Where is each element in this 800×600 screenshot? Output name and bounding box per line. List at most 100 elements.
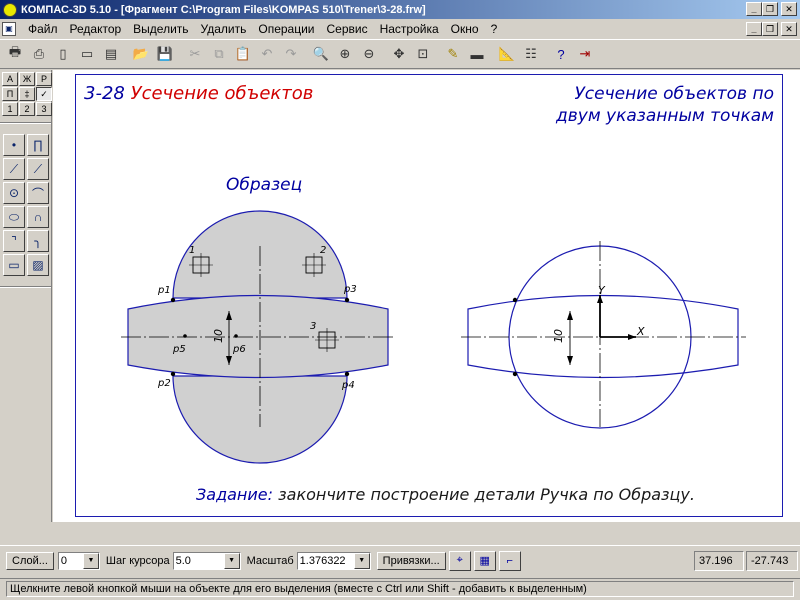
drawing-canvas[interactable]: 3-28 Усечение объектов Усечение объектов… — [53, 70, 800, 522]
dimension-text-left: 10 — [212, 329, 225, 343]
rectangle-icon[interactable]: ▭ — [3, 254, 25, 276]
drawing-svg: 1 2 3 p1 p3 p2 p4 p5 p6 10 X Y 10 — [121, 210, 746, 464]
scale-select[interactable]: 1.376322 ▼ — [296, 551, 371, 570]
paste-icon[interactable]: 📋 — [232, 43, 254, 65]
panel-button-1[interactable]: 1 — [2, 102, 18, 116]
doc-restore-button[interactable]: ❐ — [762, 22, 778, 36]
menu-window[interactable]: Окно — [445, 22, 485, 36]
layer-value: 0 — [60, 554, 68, 567]
hatch-icon[interactable]: ▨ — [27, 254, 49, 276]
panel-button-measure[interactable]: ‡ — [19, 87, 35, 101]
layer-select[interactable]: 0 ▼ — [57, 551, 100, 570]
new-book-icon[interactable]: ▤ — [100, 43, 122, 65]
sample-part: 1 2 3 p1 p3 p2 p4 p5 p6 10 — [121, 210, 396, 464]
parameters-bar: Слой... 0 ▼ Шаг курсора 5.0 ▼ Масштаб 1.… — [0, 545, 800, 575]
task-text: закончите построение детали Ручка по Обр… — [278, 485, 695, 504]
copy-icon[interactable]: ⧉ — [208, 43, 230, 65]
chamfer-icon[interactable]: ⌝ — [3, 230, 25, 252]
label-1: 1 — [189, 245, 195, 256]
arc-icon[interactable]: ⌒ — [27, 182, 49, 204]
menu-delete[interactable]: Удалить — [195, 22, 253, 36]
refresh-icon[interactable]: ✎ — [442, 43, 464, 65]
cut-icon[interactable]: ✂ — [184, 43, 206, 65]
parallel-lines-icon[interactable]: ∏ — [27, 134, 49, 156]
circle-icon[interactable]: ⊙ — [3, 182, 25, 204]
scale-value: 1.376322 — [299, 554, 346, 567]
panel-button-text[interactable]: А — [2, 72, 18, 86]
label-p6: p6 — [232, 344, 246, 355]
new-sheet-icon[interactable]: ▭ — [76, 43, 98, 65]
menu-editor[interactable]: Редактор — [64, 22, 128, 36]
panel-button-size[interactable]: Ж — [19, 72, 35, 86]
drawing-frame: 3-28 Усечение объектов Усечение объектов… — [75, 74, 783, 517]
menu-file[interactable]: Файл — [22, 22, 64, 36]
step-select[interactable]: 5.0 ▼ — [172, 551, 241, 570]
task-label: Задание: — [196, 485, 274, 504]
menu-settings[interactable]: Настройка — [374, 22, 445, 36]
panel-switcher: А Ж Р П ‡ ✓ 1 2 3 — [0, 70, 52, 118]
window-title: КОМПАС-3D 5.10 - [Фрагмент C:\Program Fi… — [21, 3, 426, 16]
measure-icon[interactable]: 📐 — [496, 43, 518, 65]
minimize-button[interactable]: _ — [746, 2, 762, 16]
properties-icon[interactable]: ▬ — [466, 43, 488, 65]
chevron-down-icon[interactable]: ▼ — [353, 552, 370, 569]
label-p5: p5 — [172, 344, 186, 355]
geometry-tools: • ∏ ⟋ ⟋ ⊙ ⌒ ⬭ ∩ ⌝ ╮ ▭ ▨ — [0, 128, 51, 282]
pan-icon[interactable]: ✥ — [388, 43, 410, 65]
snap-button[interactable]: Привязки... — [376, 551, 446, 570]
save-icon[interactable]: 💾 — [154, 43, 176, 65]
help-icon[interactable]: ? — [550, 43, 572, 65]
zoom-out-icon[interactable]: ⊖ — [358, 43, 380, 65]
task-part: X Y 10 — [461, 241, 746, 429]
chevron-down-icon[interactable]: ▼ — [82, 552, 99, 569]
status-bar: Щелкните левой кнопкой мыши на объекте д… — [0, 578, 800, 598]
layer-button[interactable]: Слой... — [6, 551, 54, 570]
menu-operations[interactable]: Операции — [252, 22, 320, 36]
axis-x-label: X — [636, 325, 645, 338]
zoom-icon[interactable]: 🔍 — [310, 43, 332, 65]
open-icon[interactable]: 📂 — [130, 43, 152, 65]
fillet-icon[interactable]: ╮ — [27, 230, 49, 252]
scale-label: Масштаб — [246, 554, 294, 567]
coord-y: -27.743 — [746, 551, 798, 571]
bezier-icon[interactable]: ∩ — [27, 206, 49, 228]
snap-toggle-icon[interactable]: ⌖ — [448, 550, 471, 571]
panel-button-edit[interactable]: Р — [36, 72, 52, 86]
redo-icon[interactable]: ↷ — [280, 43, 302, 65]
exit-icon[interactable]: ⇥ — [574, 43, 596, 65]
print-icon[interactable]: ⎙ — [28, 43, 50, 65]
status-message: Щелкните левой кнопкой мыши на объекте д… — [6, 581, 794, 597]
library-icon[interactable]: ☷ — [520, 43, 542, 65]
label-p4: p4 — [341, 380, 355, 391]
zoom-in-icon[interactable]: ⊕ — [334, 43, 356, 65]
main-toolbar: 🖶 ⎙ ▯ ▭ ▤ 📂 💾 ✂ ⧉ 📋 ↶ ↷ 🔍 ⊕ ⊖ ✥ ⊡ ✎ ▬ 📐 … — [0, 39, 800, 69]
segment-icon[interactable]: ⟋ — [3, 158, 25, 180]
panel-button-select[interactable]: ✓ — [36, 87, 52, 101]
preview-icon[interactable]: 🖶 — [4, 43, 26, 65]
label-p3: p3 — [343, 284, 357, 295]
menu-service[interactable]: Сервис — [321, 22, 374, 36]
panel-button-2[interactable]: 2 — [19, 102, 35, 116]
doc-minimize-button[interactable]: _ — [746, 22, 762, 36]
zoom-all-icon[interactable]: ⊡ — [412, 43, 434, 65]
ortho-icon[interactable]: ⌐ — [498, 550, 521, 571]
task-statement: Задание: закончите построение детали Руч… — [196, 485, 695, 504]
chevron-down-icon[interactable]: ▼ — [223, 552, 240, 569]
polyline-icon[interactable]: ⟋ — [27, 158, 49, 180]
close-button[interactable]: ✕ — [781, 2, 797, 16]
panel-button-3[interactable]: 3 — [36, 102, 52, 116]
undo-icon[interactable]: ↶ — [256, 43, 278, 65]
point-icon[interactable]: • — [3, 134, 25, 156]
doc-close-button[interactable]: ✕ — [781, 22, 797, 36]
label-3: 3 — [310, 321, 316, 332]
label-p1: p1 — [157, 285, 171, 296]
compact-panel: А Ж Р П ‡ ✓ 1 2 3 • ∏ ⟋ ⟋ ⊙ ⌒ ⬭ ∩ ⌝ ╮ ▭ … — [0, 70, 52, 522]
panel-button-param[interactable]: П — [2, 87, 18, 101]
menu-help[interactable]: ? — [485, 22, 504, 36]
grid-icon[interactable]: ▦ — [473, 550, 496, 571]
menu-select[interactable]: Выделить — [127, 22, 194, 36]
new-icon[interactable]: ▯ — [52, 43, 74, 65]
ellipse-icon[interactable]: ⬭ — [3, 206, 25, 228]
document-icon[interactable]: ▣ — [2, 22, 16, 36]
maximize-button[interactable]: ❐ — [762, 2, 778, 16]
